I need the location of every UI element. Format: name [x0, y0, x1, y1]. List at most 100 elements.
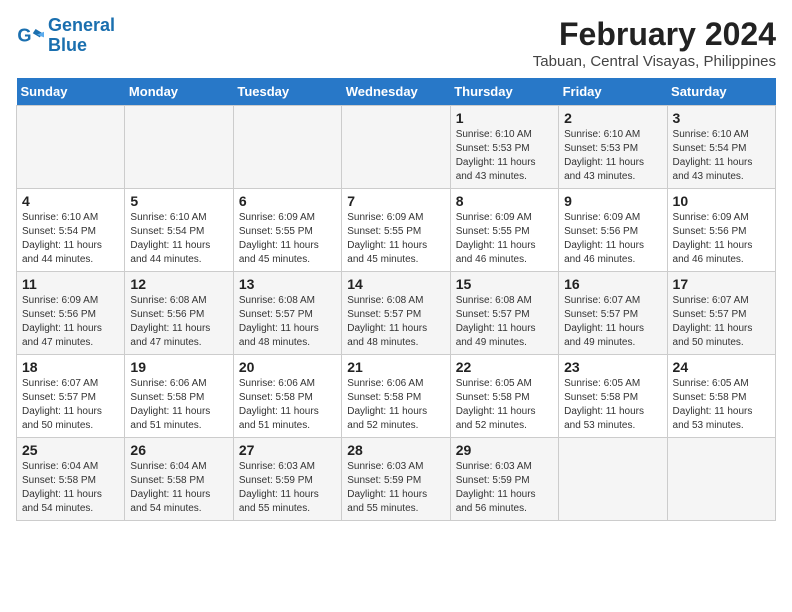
day-number: 25 — [22, 442, 119, 458]
svg-text:G: G — [17, 25, 31, 45]
calendar-week-3: 11 Sunrise: 6:09 AM Sunset: 5:56 PM Dayli… — [17, 272, 776, 355]
calendar-cell: 5 Sunrise: 6:10 AM Sunset: 5:54 PM Daylig… — [125, 189, 233, 272]
day-number: 10 — [673, 193, 770, 209]
calendar-table: SundayMondayTuesdayWednesdayThursdayFrid… — [16, 78, 776, 521]
day-info: Sunrise: 6:08 AM Sunset: 5:56 PM Dayligh… — [130, 294, 227, 350]
day-number: 27 — [239, 442, 336, 458]
calendar-cell: 13 Sunrise: 6:08 AM Sunset: 5:57 PM Dayli… — [233, 272, 341, 355]
day-number: 5 — [130, 193, 227, 209]
logo-text: General Blue — [48, 16, 115, 56]
calendar-week-4: 18 Sunrise: 6:07 AM Sunset: 5:57 PM Dayli… — [17, 355, 776, 438]
location-title: Tabuan, Central Visayas, Philippines — [533, 53, 776, 70]
day-number: 13 — [239, 276, 336, 292]
day-info: Sunrise: 6:08 AM Sunset: 5:57 PM Dayligh… — [347, 294, 444, 350]
day-info: Sunrise: 6:09 AM Sunset: 5:56 PM Dayligh… — [22, 294, 119, 350]
calendar-cell: 8 Sunrise: 6:09 AM Sunset: 5:55 PM Daylig… — [450, 189, 558, 272]
month-title: February 2024 — [533, 16, 776, 53]
calendar-cell: 17Sunrise: 6:07 AM Sunset: 5:57 PM Dayli… — [667, 272, 775, 355]
day-info: Sunrise: 6:10 AM Sunset: 5:54 PM Dayligh… — [130, 211, 227, 267]
calendar-cell — [559, 438, 667, 521]
weekday-header-saturday: Saturday — [667, 78, 775, 106]
calendar-cell: 29 Sunrise: 6:03 AM Sunset: 5:59 PM Dayli… — [450, 438, 558, 521]
title-area: February 2024 Tabuan, Central Visayas, P… — [533, 16, 776, 70]
calendar-week-5: 25 Sunrise: 6:04 AM Sunset: 5:58 PM Dayli… — [17, 438, 776, 521]
day-info: Sunrise: 6:09 AM Sunset: 5:55 PM Dayligh… — [347, 211, 444, 267]
weekday-header-row: SundayMondayTuesdayWednesdayThursdayFrid… — [17, 78, 776, 106]
day-info: Sunrise: 6:08 AM Sunset: 5:57 PM Dayligh… — [239, 294, 336, 350]
calendar-cell: 18 Sunrise: 6:07 AM Sunset: 5:57 PM Dayli… — [17, 355, 125, 438]
day-number: 1 — [456, 110, 553, 126]
day-info: Sunrise: 6:09 AM Sunset: 5:56 PM Dayligh… — [673, 211, 770, 267]
day-number: 6 — [239, 193, 336, 209]
calendar-week-2: 4Sunrise: 6:10 AM Sunset: 5:54 PM Daylig… — [17, 189, 776, 272]
weekday-header-thursday: Thursday — [450, 78, 558, 106]
logo: G General Blue — [16, 16, 115, 56]
day-info: Sunrise: 6:03 AM Sunset: 5:59 PM Dayligh… — [347, 460, 444, 516]
day-number: 21 — [347, 359, 444, 375]
day-info: Sunrise: 6:06 AM Sunset: 5:58 PM Dayligh… — [130, 377, 227, 433]
day-number: 16 — [564, 276, 661, 292]
day-info: Sunrise: 6:07 AM Sunset: 5:57 PM Dayligh… — [22, 377, 119, 433]
calendar-cell: 15 Sunrise: 6:08 AM Sunset: 5:57 PM Dayli… — [450, 272, 558, 355]
weekday-header-wednesday: Wednesday — [342, 78, 450, 106]
calendar-cell: 22Sunrise: 6:05 AM Sunset: 5:58 PM Dayli… — [450, 355, 558, 438]
day-number: 20 — [239, 359, 336, 375]
day-number: 26 — [130, 442, 227, 458]
day-number: 29 — [456, 442, 553, 458]
day-info: Sunrise: 6:07 AM Sunset: 5:57 PM Dayligh… — [564, 294, 661, 350]
day-info: Sunrise: 6:05 AM Sunset: 5:58 PM Dayligh… — [673, 377, 770, 433]
day-number: 2 — [564, 110, 661, 126]
day-info: Sunrise: 6:04 AM Sunset: 5:58 PM Dayligh… — [130, 460, 227, 516]
calendar-cell: 16 Sunrise: 6:07 AM Sunset: 5:57 PM Dayli… — [559, 272, 667, 355]
day-info: Sunrise: 6:10 AM Sunset: 5:53 PM Dayligh… — [564, 128, 661, 184]
day-info: Sunrise: 6:06 AM Sunset: 5:58 PM Dayligh… — [347, 377, 444, 433]
calendar-cell: 23Sunrise: 6:05 AM Sunset: 5:58 PM Dayli… — [559, 355, 667, 438]
day-info: Sunrise: 6:08 AM Sunset: 5:57 PM Dayligh… — [456, 294, 553, 350]
calendar-cell: 4Sunrise: 6:10 AM Sunset: 5:54 PM Daylig… — [17, 189, 125, 272]
calendar-cell: 7 Sunrise: 6:09 AM Sunset: 5:55 PM Daylig… — [342, 189, 450, 272]
day-number: 7 — [347, 193, 444, 209]
logo-general: General — [48, 15, 115, 35]
calendar-cell: 28 Sunrise: 6:03 AM Sunset: 5:59 PM Dayli… — [342, 438, 450, 521]
day-number: 18 — [22, 359, 119, 375]
calendar-cell: 25Sunrise: 6:04 AM Sunset: 5:58 PM Dayli… — [17, 438, 125, 521]
calendar-cell — [667, 438, 775, 521]
calendar-week-1: 1 Sunrise: 6:10 AM Sunset: 5:53 PM Daylig… — [17, 106, 776, 189]
logo-blue: Blue — [48, 35, 87, 55]
calendar-cell: 20 Sunrise: 6:06 AM Sunset: 5:58 PM Dayli… — [233, 355, 341, 438]
day-number: 15 — [456, 276, 553, 292]
calendar-cell: 10 Sunrise: 6:09 AM Sunset: 5:56 PM Dayli… — [667, 189, 775, 272]
calendar-cell: 27Sunrise: 6:03 AM Sunset: 5:59 PM Dayli… — [233, 438, 341, 521]
day-number: 24 — [673, 359, 770, 375]
weekday-header-tuesday: Tuesday — [233, 78, 341, 106]
weekday-header-sunday: Sunday — [17, 78, 125, 106]
calendar-cell: 11 Sunrise: 6:09 AM Sunset: 5:56 PM Dayli… — [17, 272, 125, 355]
calendar-cell — [233, 106, 341, 189]
day-number: 8 — [456, 193, 553, 209]
calendar-cell: 26 Sunrise: 6:04 AM Sunset: 5:58 PM Dayli… — [125, 438, 233, 521]
day-info: Sunrise: 6:09 AM Sunset: 5:56 PM Dayligh… — [564, 211, 661, 267]
header: G General Blue February 2024 Tabuan, Cen… — [16, 16, 776, 70]
day-info: Sunrise: 6:09 AM Sunset: 5:55 PM Dayligh… — [239, 211, 336, 267]
calendar-cell: 24 Sunrise: 6:05 AM Sunset: 5:58 PM Dayli… — [667, 355, 775, 438]
day-info: Sunrise: 6:06 AM Sunset: 5:58 PM Dayligh… — [239, 377, 336, 433]
calendar-cell: 14Sunrise: 6:08 AM Sunset: 5:57 PM Dayli… — [342, 272, 450, 355]
calendar-cell: 9 Sunrise: 6:09 AM Sunset: 5:56 PM Daylig… — [559, 189, 667, 272]
day-info: Sunrise: 6:03 AM Sunset: 5:59 PM Dayligh… — [456, 460, 553, 516]
day-info: Sunrise: 6:05 AM Sunset: 5:58 PM Dayligh… — [564, 377, 661, 433]
day-info: Sunrise: 6:10 AM Sunset: 5:53 PM Dayligh… — [456, 128, 553, 184]
day-number: 17 — [673, 276, 770, 292]
calendar-cell: 2 Sunrise: 6:10 AM Sunset: 5:53 PM Daylig… — [559, 106, 667, 189]
day-info: Sunrise: 6:10 AM Sunset: 5:54 PM Dayligh… — [673, 128, 770, 184]
calendar-cell: 21 Sunrise: 6:06 AM Sunset: 5:58 PM Dayli… — [342, 355, 450, 438]
day-number: 9 — [564, 193, 661, 209]
calendar-cell: 19Sunrise: 6:06 AM Sunset: 5:58 PM Dayli… — [125, 355, 233, 438]
day-number: 22 — [456, 359, 553, 375]
day-number: 12 — [130, 276, 227, 292]
day-info: Sunrise: 6:09 AM Sunset: 5:55 PM Dayligh… — [456, 211, 553, 267]
calendar-cell: 1 Sunrise: 6:10 AM Sunset: 5:53 PM Daylig… — [450, 106, 558, 189]
day-number: 11 — [22, 276, 119, 292]
day-number: 28 — [347, 442, 444, 458]
calendar-cell — [125, 106, 233, 189]
weekday-header-monday: Monday — [125, 78, 233, 106]
